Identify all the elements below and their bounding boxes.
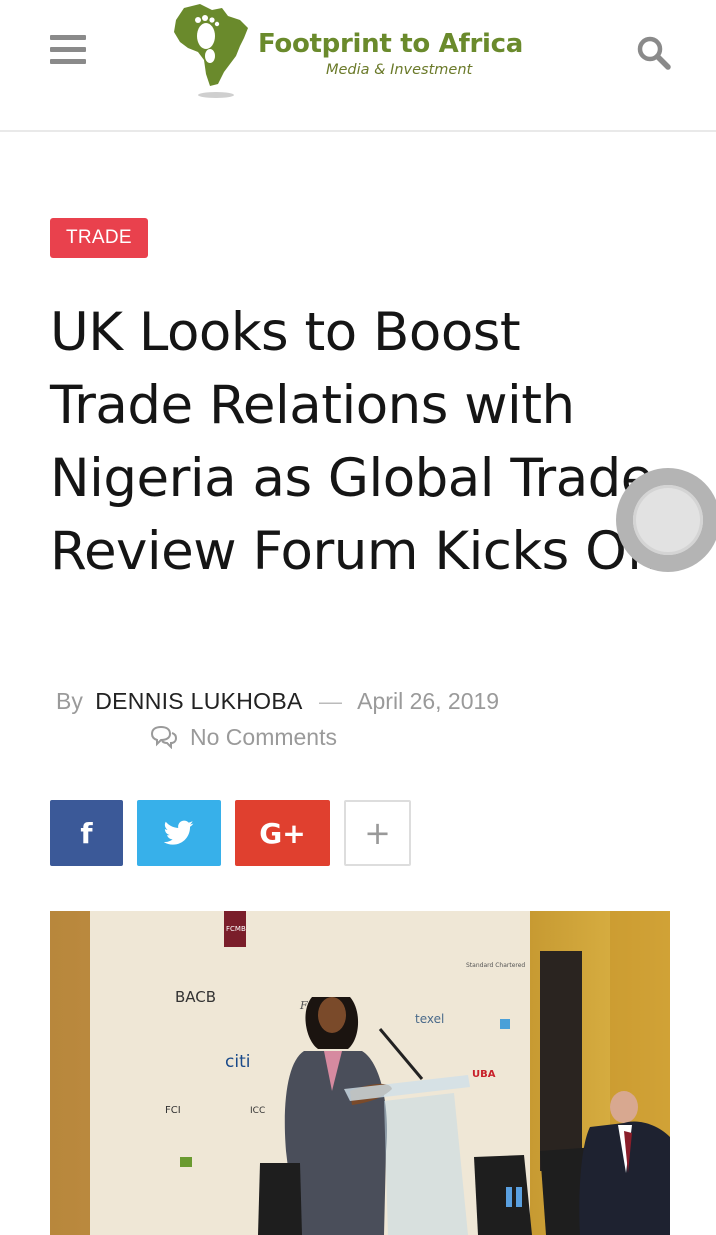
site-logo[interactable]: Footprint to Africa Media & Investment [170, 2, 560, 102]
meta-separator: — [319, 688, 343, 714]
sponsor-logo: FCI [165, 1105, 181, 1116]
logo-title: Footprint to Africa [258, 29, 523, 59]
article-title: UK Looks to Boost Trade Relations with N… [50, 302, 663, 582]
sponsor-logo: UBA [472, 1069, 496, 1080]
comments-count: No Comments [190, 724, 337, 750]
search-icon[interactable] [636, 35, 672, 71]
google-plus-icon: G+ [259, 816, 306, 850]
site-header: Footprint to Africa Media & Investment [0, 0, 716, 132]
sponsor-logo: BACB [175, 988, 216, 1006]
share-twitter-button[interactable] [137, 800, 221, 866]
share-more-button[interactable]: + [344, 800, 411, 866]
article-meta: By DENNIS LUKHOBA — April 26, 2019 [56, 686, 499, 716]
sponsor-logo: FCMB [226, 925, 246, 933]
africa-footprint-logo-icon [174, 4, 248, 98]
category-badge[interactable]: TRADE [50, 218, 148, 258]
sponsor-logo: texel [415, 1012, 444, 1026]
logo-subtitle: Media & Investment [326, 62, 473, 78]
comments-link[interactable]: No Comments [150, 722, 337, 752]
by-label: By [56, 688, 83, 714]
sponsor-logo: citi [225, 1052, 250, 1072]
floating-scroll-handle[interactable] [616, 468, 716, 572]
featured-image[interactable]: FCMB BACB First texel citi UBA FCI ICC S… [50, 911, 670, 1235]
twitter-icon [164, 820, 194, 845]
share-facebook-button[interactable]: f [50, 800, 123, 866]
comments-icon [150, 725, 178, 750]
featured-photo-speaker-at-podium: FCMB BACB First texel citi UBA FCI ICC S… [50, 911, 670, 1235]
share-googleplus-button[interactable]: G+ [235, 800, 330, 866]
facebook-icon: f [80, 816, 93, 850]
hamburger-menu-icon[interactable] [50, 35, 86, 67]
sponsor-logo: ICC [250, 1106, 265, 1116]
publish-date: April 26, 2019 [357, 688, 500, 714]
author-link[interactable]: DENNIS LUKHOBA [95, 688, 302, 714]
sponsor-logo: Standard Chartered [466, 962, 525, 969]
plus-icon: + [364, 814, 391, 852]
